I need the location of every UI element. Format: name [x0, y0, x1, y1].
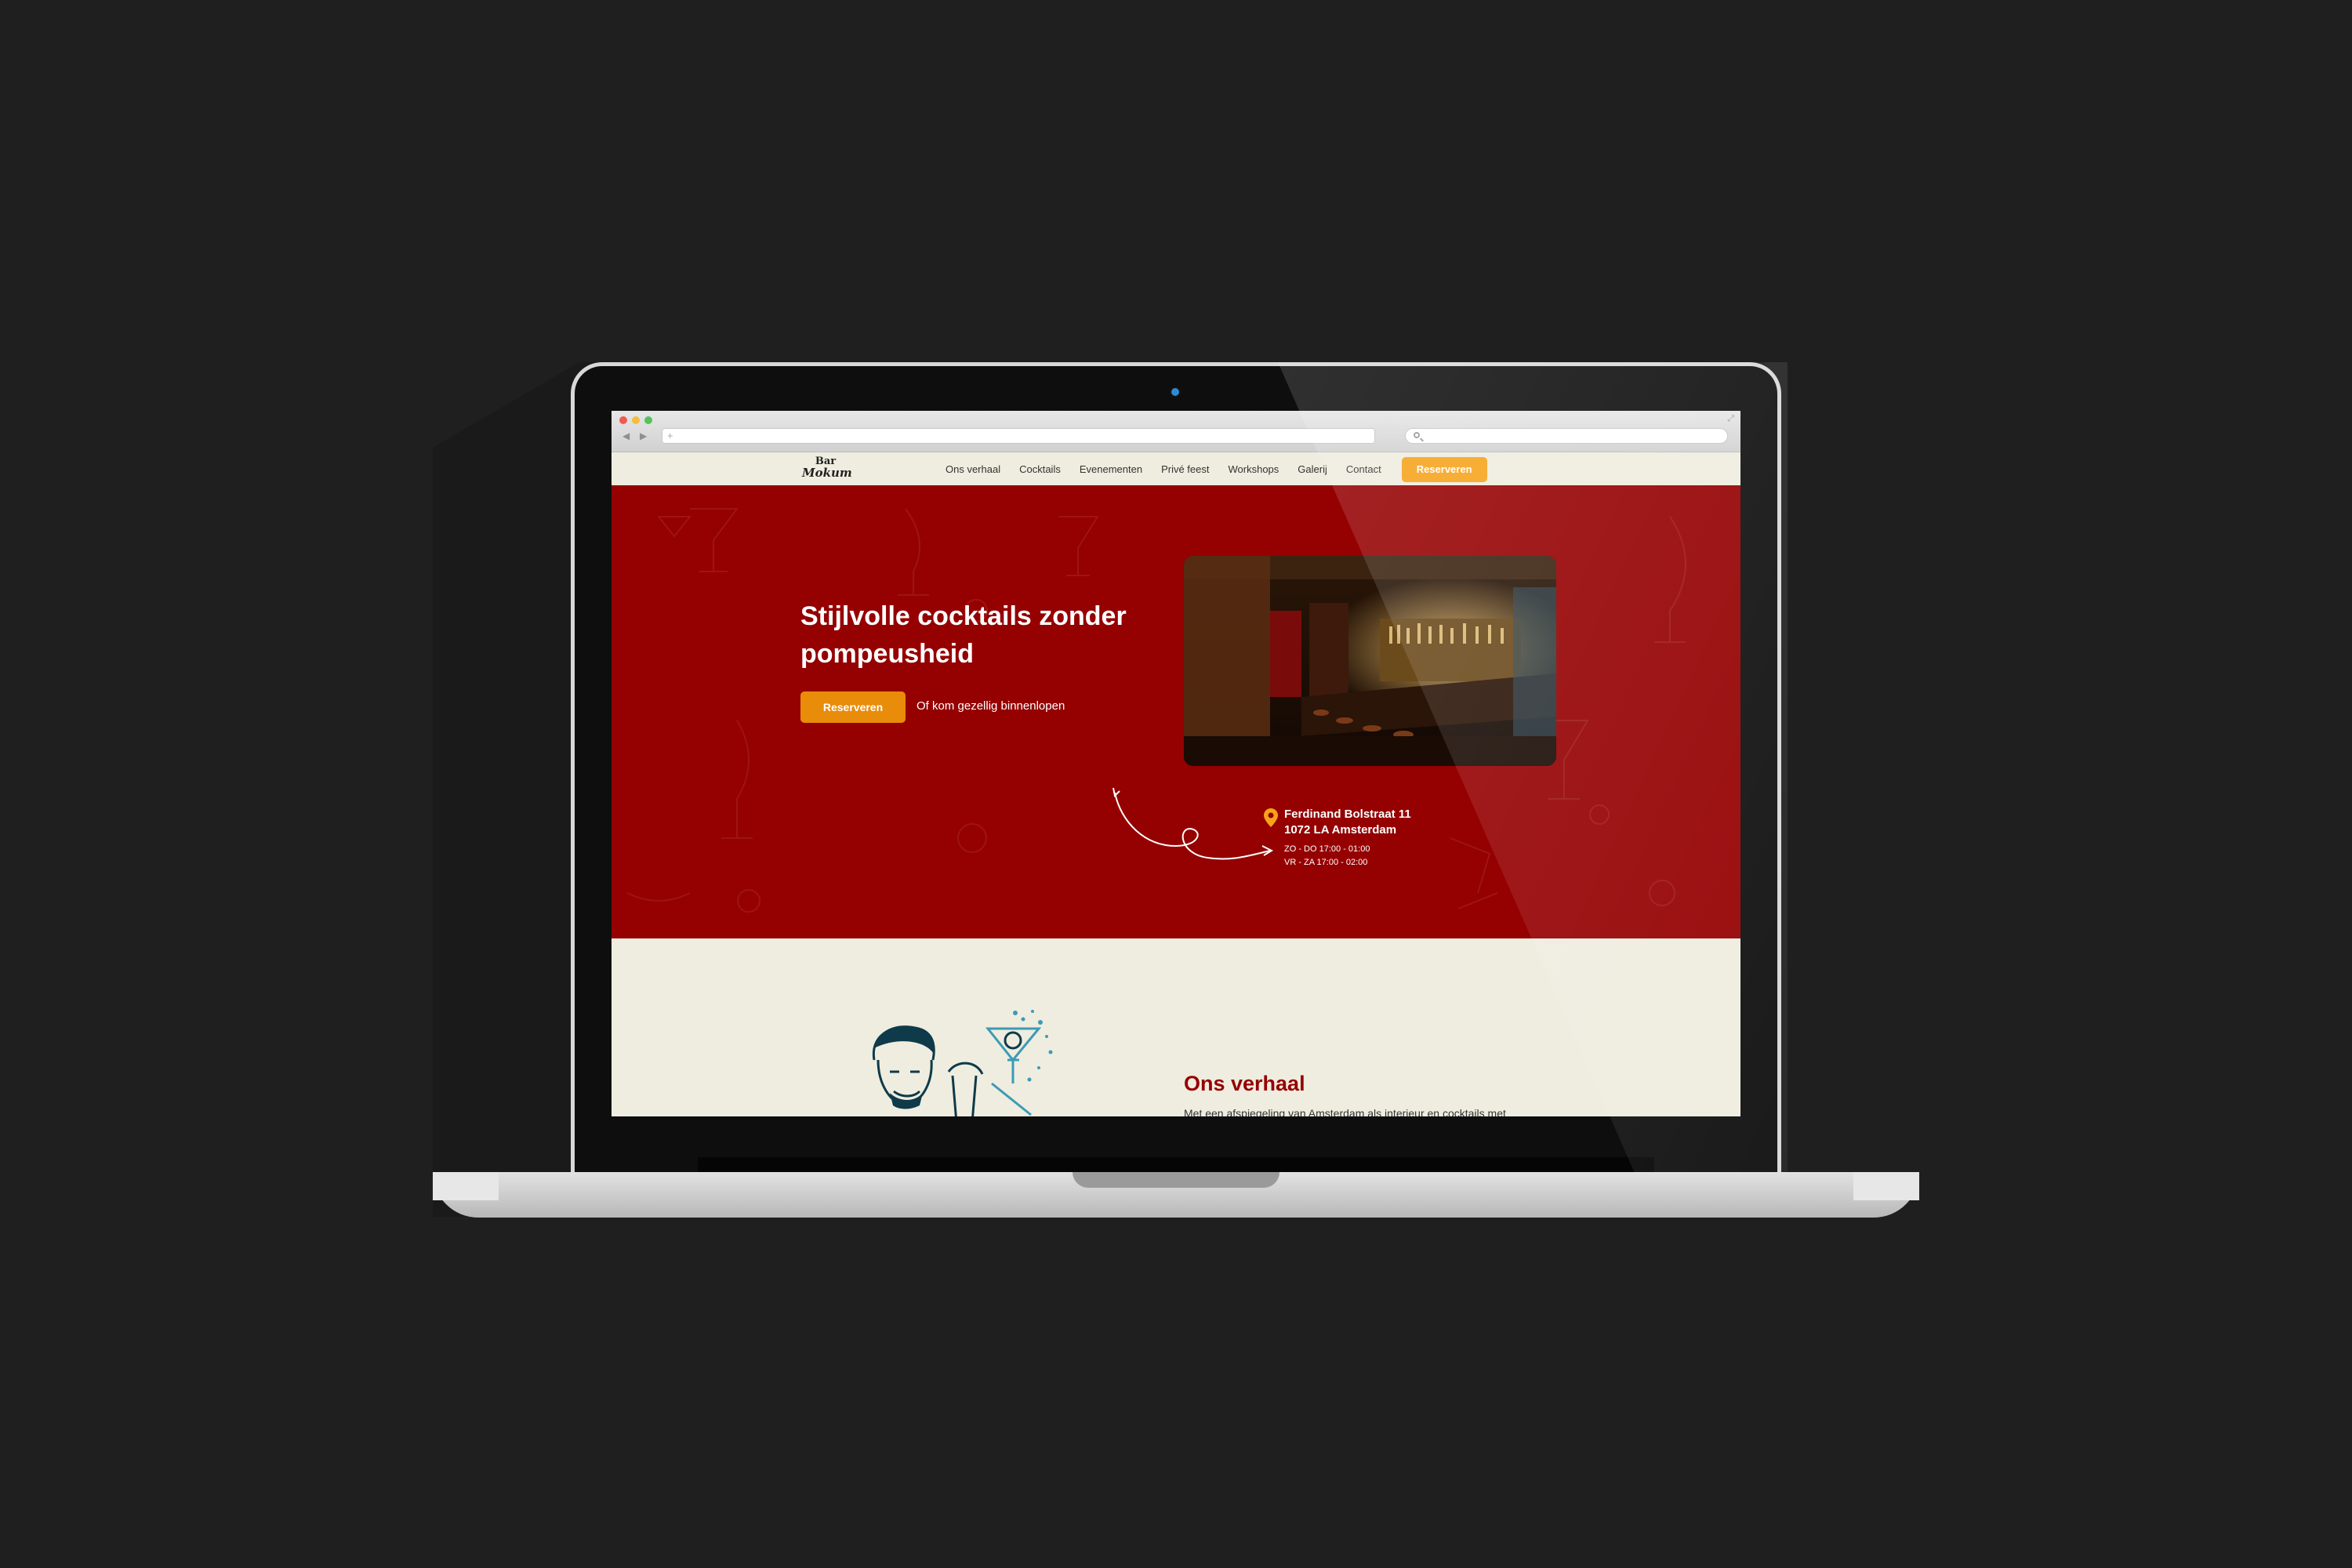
bar-interior-photo: [1184, 556, 1556, 766]
nav-reserve-button[interactable]: Reserveren: [1401, 456, 1487, 482]
webcam-icon: [1171, 388, 1179, 396]
nav-item-galerij[interactable]: Galerij: [1298, 463, 1327, 475]
address-bar[interactable]: +: [662, 428, 1375, 444]
new-tab-icon[interactable]: +: [667, 430, 673, 441]
nav-item-workshops[interactable]: Workshops: [1229, 463, 1279, 475]
close-window-icon[interactable]: [619, 416, 627, 424]
nav-menu: Ons verhaal Cocktails Evenementen Privé …: [946, 452, 1487, 486]
bar-interior-image: [1184, 556, 1556, 766]
laptop-notch: [1073, 1172, 1279, 1188]
nav-item-evenementen[interactable]: Evenementen: [1080, 463, 1142, 475]
fullscreen-icon[interactable]: ⤢: [1727, 414, 1734, 424]
laptop-base-edge-left: [433, 1172, 499, 1200]
maximize-window-icon[interactable]: [644, 416, 652, 424]
opening-hours: ZO - DO 17:00 - 01:00 VR - ZA 17:00 - 02…: [1284, 843, 1411, 869]
nav-item-contact[interactable]: Contact: [1346, 463, 1381, 475]
hours-line-weekdays: ZO - DO 17:00 - 01:00: [1284, 844, 1370, 854]
hero-title: Stijlvolle cocktails zonder pompeusheid: [800, 601, 1127, 669]
site-navbar: Bar Mokum Ons verhaal Cocktails Evenemen…: [612, 452, 1740, 486]
back-arrow-icon[interactable]: ◀: [622, 430, 630, 441]
browser-chrome: ◀ ▶ + ⤢: [612, 411, 1740, 452]
browser-search-input[interactable]: [1405, 428, 1728, 444]
cocktail-glass-pattern-icon: [626, 508, 1686, 913]
story-title: Ons verhaal: [1184, 1072, 1305, 1095]
address-city: 1072 LA Amsterdam: [1284, 823, 1397, 837]
address-street: Ferdinand Bolstraat 11: [1284, 808, 1411, 821]
nav-item-prive-feest[interactable]: Privé feest: [1161, 463, 1209, 475]
hero-reserve-button[interactable]: Reserveren: [800, 691, 906, 723]
hero-section: Stijlvolle cocktails zonder pompeusheid …: [612, 485, 1740, 938]
hours-line-weekend: VR - ZA 17:00 - 02:00: [1284, 858, 1368, 867]
browser-window: ◀ ▶ + ⤢ Bar Mokum Ons verhaal Cocktails …: [612, 411, 1740, 1116]
forward-arrow-icon[interactable]: ▶: [640, 430, 647, 441]
search-icon: [1414, 432, 1420, 438]
logo-line-2: Mokum: [802, 466, 852, 480]
address-block: Ferdinand Bolstraat 11 1072 LA Amsterdam…: [1264, 807, 1411, 869]
location-pin-icon: [1264, 808, 1278, 827]
brand-logo[interactable]: Bar Mokum: [802, 456, 852, 481]
laptop-hinge: [698, 1157, 1654, 1173]
hero-subtext: Of kom gezellig binnenlopen: [916, 699, 1065, 713]
nav-item-cocktails[interactable]: Cocktails: [1019, 463, 1061, 475]
nav-item-ons-verhaal[interactable]: Ons verhaal: [946, 463, 1000, 475]
story-section: Ons verhaal Met een afspiegeling van Ams…: [612, 938, 1740, 1116]
curly-arrow-icon: [1112, 787, 1274, 860]
minimize-window-icon[interactable]: [632, 416, 640, 424]
story-text: Met een afspiegeling van Amsterdam als i…: [1184, 1107, 1506, 1116]
laptop-base-edge-right: [1853, 1172, 1919, 1200]
bartender-illustration-icon: [872, 1010, 1053, 1116]
